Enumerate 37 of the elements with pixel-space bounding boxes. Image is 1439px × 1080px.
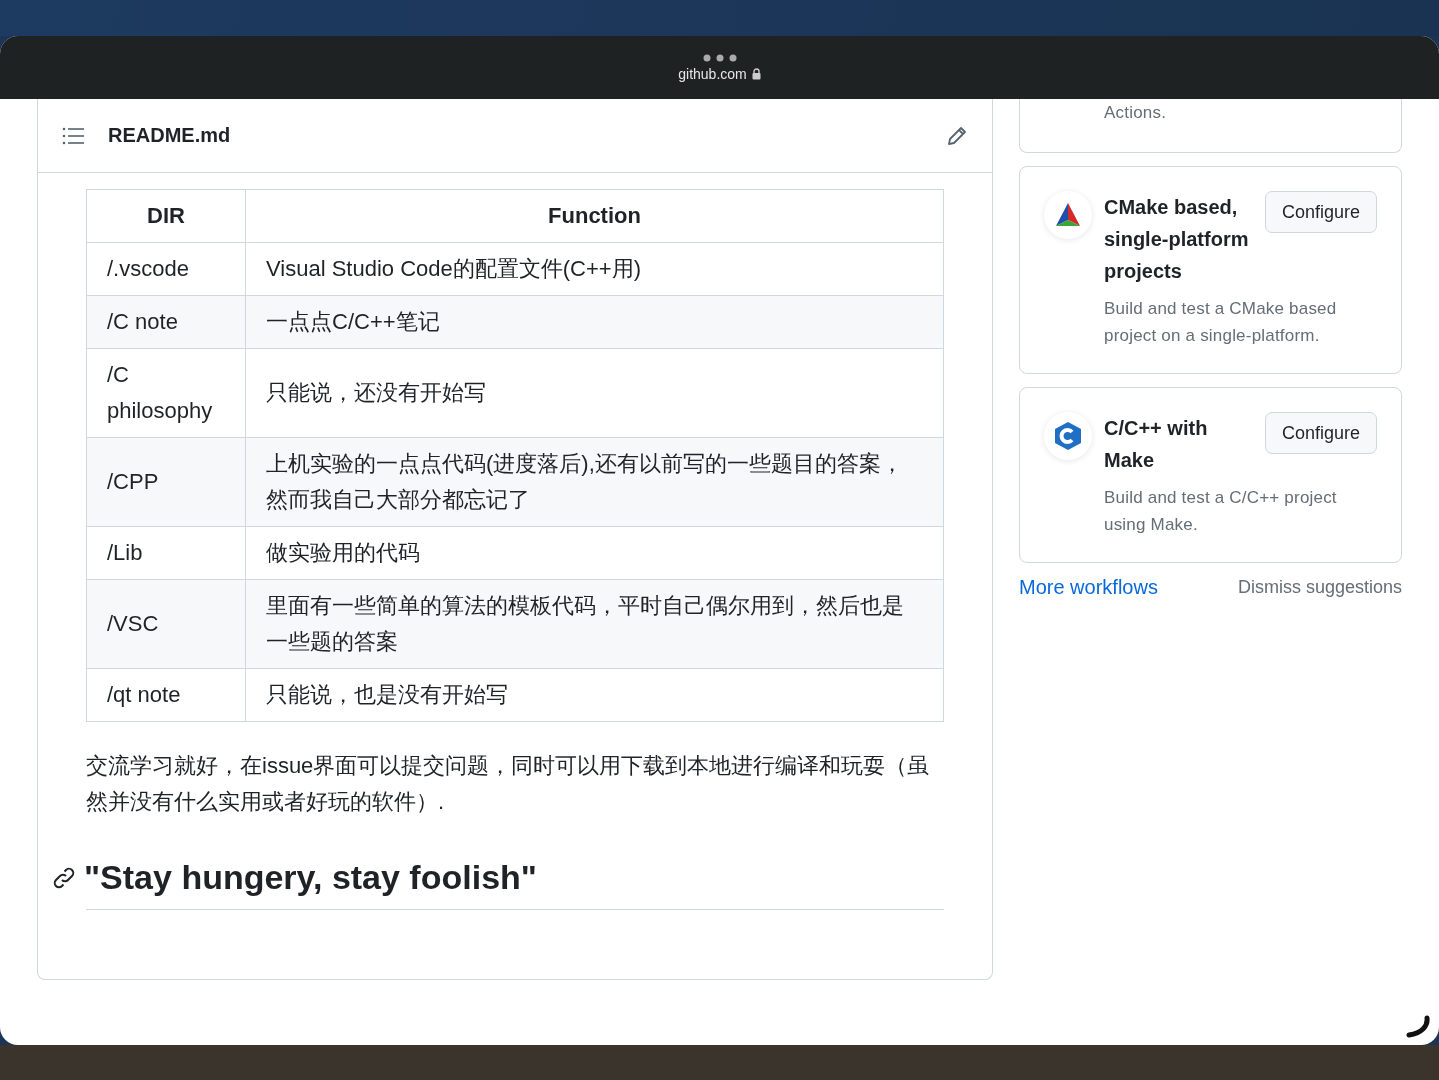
table-cell: 做实验用的代码 [245, 526, 944, 580]
table-cell: 上机实验的一点点代码(进度落后),还有以前写的一些题目的答案，然而我自己大部分都忘记了 [245, 437, 944, 527]
table-cell: 一点点C/C++笔记 [245, 295, 944, 349]
lock-icon [751, 67, 761, 80]
table-cell: /CPP [86, 437, 246, 527]
column-header: DIR [86, 189, 246, 243]
table-cell: Visual Studio Code的配置文件(C++用) [245, 242, 944, 296]
table-cell: 只能说，还没有开始写 [245, 348, 944, 438]
workflow-title: C/C++ with Make [1104, 416, 1209, 473]
section-heading: "Stay hungery, stay foolish" [84, 858, 537, 897]
configure-button[interactable]: Configure [1264, 191, 1377, 233]
column-header: Function [245, 189, 944, 243]
more-workflows-link[interactable]: More workflows [1019, 576, 1158, 599]
table-cell: /C note [86, 295, 246, 349]
table-cell: /C philosophy [86, 348, 246, 438]
workflow-description: Build and test a CMake based project on a single-platform. [1104, 298, 1338, 347]
workflow-description: Build and test a C/C++ project using Make. [1104, 487, 1338, 536]
table-cell: /qt note [86, 668, 246, 722]
url-text[interactable]: github.com [678, 65, 747, 82]
table-cell: /.vscode [86, 242, 246, 296]
table-cell: /Lib [86, 526, 246, 580]
readme-paragraph: 交流学习就好，在issue界面可以提交问题，同时可以用下载到本地进行编译和玩耍（虽然并没有什么实用或者好玩的软件）. [86, 752, 931, 816]
list-icon[interactable] [62, 126, 84, 145]
table-cell: 里面有一些简单的算法的模板代码，平时自己偶尔用到，然后也是一些题的答案 [245, 579, 944, 669]
hexagon-logo-icon [1054, 421, 1082, 451]
card-description: Actions. [1104, 102, 1167, 124]
link-icon[interactable] [52, 865, 76, 890]
table-cell: /VSC [86, 579, 246, 669]
more-dots-icon[interactable] [702, 53, 737, 62]
table-cell: 只能说，也是没有开始写 [245, 668, 944, 722]
configure-button[interactable]: Configure [1264, 412, 1377, 454]
pencil-icon[interactable] [946, 124, 968, 147]
resize-corner-icon[interactable] [1405, 1015, 1431, 1039]
triangle-logo-icon [1055, 202, 1081, 228]
file-title: README.md [108, 124, 232, 147]
dismiss-link[interactable]: Dismiss suggestions [1237, 577, 1402, 598]
workflow-title: CMake based, single-platform projects [1104, 195, 1250, 284]
